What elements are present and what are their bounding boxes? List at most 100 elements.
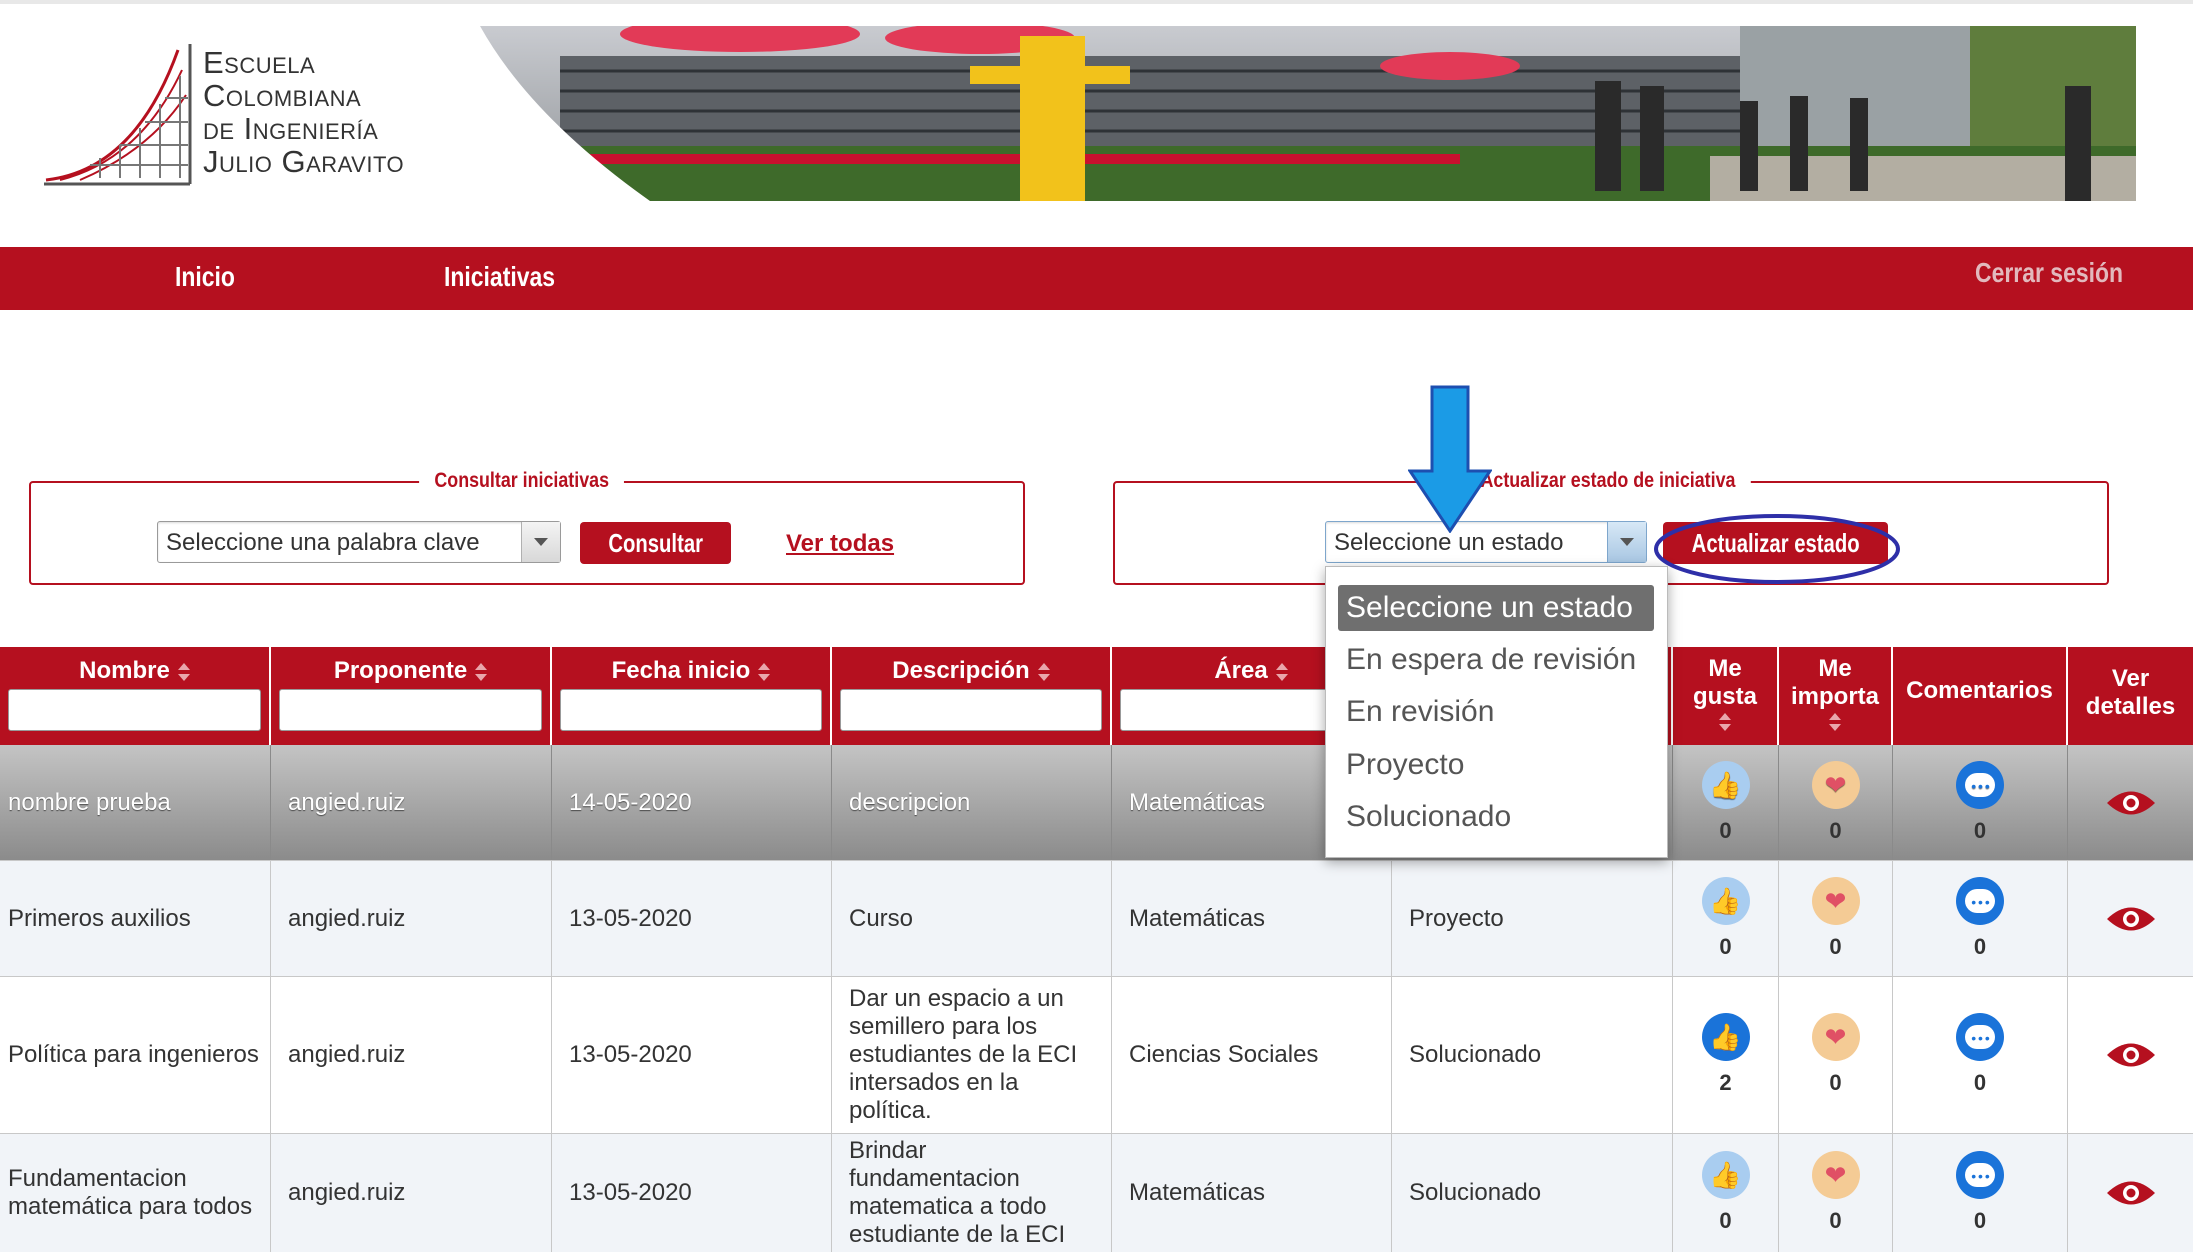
care-emoji-icon[interactable]: ❤ <box>1811 1013 1860 1061</box>
cell-ver-detalles <box>2068 861 2193 976</box>
thumbs-up-icon[interactable]: 👍 <box>1701 876 1750 925</box>
care-emoji-icon[interactable]: ❤ <box>1811 1151 1860 1199</box>
comment-bubble-icon[interactable] <box>1956 1151 2004 1199</box>
sort-icon[interactable] <box>1275 662 1288 681</box>
cell-fecha: 13-05-2020 <box>552 861 832 976</box>
filter-nombre-input[interactable] <box>8 689 261 731</box>
cell-descripcion: Brindar fundamentacion matematica a todo… <box>832 1134 1112 1252</box>
keyword-select-arrow[interactable] <box>521 522 560 562</box>
estado-option[interactable]: Solucionado <box>1338 794 1519 840</box>
col-header-proponente[interactable]: Proponente <box>271 647 552 745</box>
me-importa-count: 0 <box>1829 1070 1842 1095</box>
estado-dropdown-list: Seleccione un estado En espera de revisi… <box>1325 566 1668 858</box>
comment-bubble-icon[interactable] <box>1956 760 2004 809</box>
cell-me-gusta: 👍 0 <box>1673 745 1779 860</box>
nav-cerrar-sesion[interactable]: Cerrar sesión <box>1975 257 2123 289</box>
table-row[interactable]: Fundamentacion matemática para todos ang… <box>0 1134 2193 1252</box>
estado-option[interactable]: En espera de revisión <box>1338 637 1644 683</box>
main-navbar: Inicio Iniciativas Cerrar sesión <box>0 247 2193 310</box>
table-row[interactable]: nombre prueba angied.ruiz 14-05-2020 des… <box>0 745 2193 861</box>
keyword-select[interactable]: Seleccione una palabra clave <box>157 521 561 563</box>
cell-estado: Solucionado <box>1392 1134 1673 1252</box>
eye-icon[interactable] <box>2105 904 2157 934</box>
thumbs-up-icon[interactable]: 👍 <box>1701 1151 1750 1199</box>
me-gusta-count: 2 <box>1719 1070 1732 1095</box>
thumbs-up-icon[interactable]: 👍 <box>1701 1013 1750 1061</box>
col-header-nombre-label: Nombre <box>79 657 170 684</box>
cell-fecha: 13-05-2020 <box>552 1134 832 1252</box>
cell-estado: Proyecto <box>1392 861 1673 976</box>
care-emoji-icon[interactable]: ❤ <box>1811 760 1860 809</box>
col-header-ver-line2: detalles <box>2085 693 2176 720</box>
comentarios-count: 0 <box>1973 1208 1987 1233</box>
comentarios-count: 0 <box>1973 933 1987 959</box>
cell-descripcion: descripcion <box>832 745 1112 860</box>
comment-bubble-icon[interactable] <box>1956 876 2004 925</box>
eye-icon[interactable] <box>2105 1040 2157 1070</box>
cell-area: Ciencias Sociales <box>1112 977 1392 1133</box>
table-row[interactable]: Primeros auxilios angied.ruiz 13-05-2020… <box>0 861 2193 977</box>
thumbs-up-icon[interactable]: 👍 <box>1701 760 1750 809</box>
annotation-highlight-oval <box>1654 514 1900 584</box>
me-importa-count: 0 <box>1829 817 1842 843</box>
cell-proponente: angied.ruiz <box>271 745 552 860</box>
me-gusta-count: 0 <box>1719 817 1732 843</box>
care-emoji-icon[interactable]: ❤ <box>1811 876 1860 925</box>
cell-me-importa: ❤ 0 <box>1779 1134 1893 1252</box>
col-header-descripcion-label: Descripción <box>892 657 1030 684</box>
cell-nombre: Primeros auxilios <box>0 861 271 976</box>
sort-icon[interactable] <box>475 662 488 681</box>
cell-fecha: 14-05-2020 <box>552 745 832 860</box>
comment-bubble-icon[interactable] <box>1956 1013 2004 1061</box>
consultar-button-label: Consultar <box>608 528 703 558</box>
filter-descripcion-input[interactable] <box>840 689 1102 731</box>
col-header-ver-detalles: Ver detalles <box>2068 647 2193 745</box>
eye-icon[interactable] <box>2105 1178 2157 1208</box>
col-header-proponente-label: Proponente <box>333 657 468 684</box>
cell-comentarios: 0 <box>1893 745 2068 860</box>
keyword-select-value: Seleccione una palabra clave <box>166 529 480 556</box>
sort-icon[interactable] <box>1719 713 1731 731</box>
cell-descripcion: Curso <box>832 861 1112 976</box>
cell-area: Matemáticas <box>1112 861 1392 976</box>
col-header-me-gusta[interactable]: Me gusta <box>1673 647 1779 745</box>
annotation-arrow-icon <box>1408 385 1492 533</box>
cell-area: Matemáticas <box>1112 1134 1392 1252</box>
cell-nombre: nombre prueba <box>0 745 271 860</box>
consultar-legend: Consultar iniciativas <box>419 469 625 493</box>
col-header-me-importa[interactable]: Me importa <box>1779 647 1893 745</box>
cell-comentarios: 0 <box>1893 977 2068 1133</box>
nav-iniciativas[interactable]: Iniciativas <box>444 261 555 293</box>
comentarios-count: 0 <box>1973 1070 1987 1095</box>
nav-inicio[interactable]: Inicio <box>175 261 235 293</box>
estado-select-arrow[interactable] <box>1607 522 1646 562</box>
sort-icon[interactable] <box>177 662 190 681</box>
ver-todas-link[interactable]: Ver todas <box>786 530 894 558</box>
estado-option[interactable]: En revisión <box>1338 689 1502 735</box>
estado-option[interactable]: Proyecto <box>1338 742 1472 788</box>
chevron-down-icon <box>1620 538 1634 546</box>
estado-select-value: Seleccione un estado <box>1334 529 1564 556</box>
consultar-button[interactable]: Consultar <box>580 522 731 564</box>
filter-proponente-input[interactable] <box>279 689 542 731</box>
sort-icon[interactable] <box>1829 713 1841 731</box>
cell-estado: Solucionado <box>1392 977 1673 1133</box>
eye-icon[interactable] <box>2105 788 2157 818</box>
logo-line-1: Escuela <box>203 45 316 80</box>
cell-comentarios: 0 <box>1893 861 2068 976</box>
col-header-nombre[interactable]: Nombre <box>0 647 271 745</box>
filter-fecha-input[interactable] <box>560 689 822 731</box>
estado-option[interactable]: Seleccione un estado <box>1338 585 1654 631</box>
logo-line-4: Julio Garavito <box>203 144 405 179</box>
university-name: Escuela Colombiana de Ingeniería Julio G… <box>203 46 404 178</box>
col-header-me-gusta-line1: Me <box>1708 655 1742 682</box>
comentarios-count: 0 <box>1973 817 1987 843</box>
cell-me-gusta: 👍 2 <box>1673 977 1779 1133</box>
cell-me-gusta: 👍 0 <box>1673 861 1779 976</box>
col-header-descripcion[interactable]: Descripción <box>832 647 1112 745</box>
col-header-fecha[interactable]: Fecha inicio <box>552 647 832 745</box>
table-row[interactable]: Política para ingenieros angied.ruiz 13-… <box>0 977 2193 1134</box>
cell-proponente: angied.ruiz <box>271 861 552 976</box>
sort-icon[interactable] <box>1037 662 1050 681</box>
sort-icon[interactable] <box>758 662 771 681</box>
